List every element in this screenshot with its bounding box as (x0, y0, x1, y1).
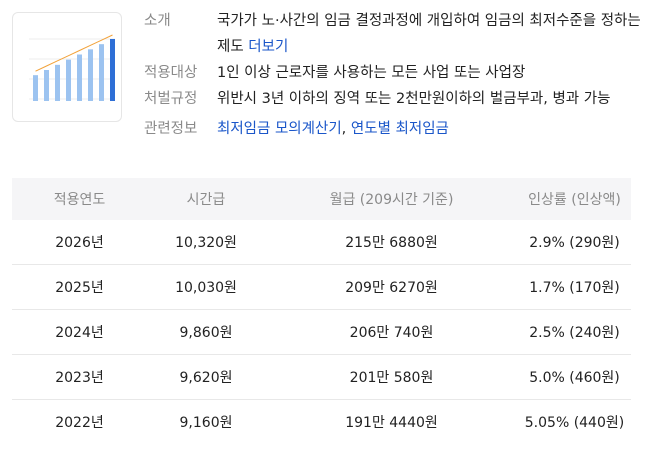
thumb-bar (66, 59, 71, 101)
info-panel: 소개 국가가 노·사간의 임금 결정과정에 개입하여 임금의 최저수준을 정하는… (144, 8, 644, 142)
thumb-bar (99, 44, 104, 101)
cell-hourly: 10,030원 (147, 264, 265, 310)
info-key-intro: 소개 (144, 13, 171, 29)
info-row-related: 관련정보 최저임금 모의계산기, 연도별 최저임금 (144, 116, 644, 142)
header-hourly: 시간급 (147, 178, 265, 220)
cell-year: 2024년 (12, 309, 147, 355)
info-row-target: 적용대상 1인 이상 근로자를 사용하는 모든 사업 또는 사업장 (144, 60, 644, 86)
cell-hourly: 9,160원 (179, 415, 233, 431)
table-row: 2025년 10,030원 209만 6270원 1.7% (170원) (12, 264, 631, 310)
minimum-wage-table: 적용연도 시간급 월급 (209시간 기준) 인상률 (인상액) 2026년 1… (12, 178, 631, 444)
table-row: 2022년 9,160원 191만 4440원 5.05% (440원) (12, 400, 631, 445)
table-row: 2023년 9,620원 201만 580원 5.0% (460원) (12, 354, 631, 400)
thumb-bar (110, 39, 115, 101)
cell-increase: 5.05% (440원) (524, 415, 625, 431)
cell-hourly: 9,620원 (147, 354, 265, 400)
cell-monthly: 201만 580원 (265, 354, 518, 400)
info-value-intro: 국가가 노·사간의 임금 결정과정에 개입하여 임금의 최저수준을 정하는 제도… (217, 8, 644, 60)
cell-increase: 2.5% (240원) (518, 309, 631, 355)
info-row-penalty: 처벌규정 위반시 3년 이하의 징역 또는 2천만원이하의 벌금부과, 병과 가… (144, 86, 644, 112)
more-link[interactable]: 더보기 (248, 39, 288, 55)
thumb-bar (33, 75, 38, 101)
link-separator: , (341, 121, 351, 137)
thumb-bar (88, 49, 93, 101)
info-value-related: 최저임금 모의계산기, 연도별 최저임금 (217, 116, 644, 142)
calculator-link[interactable]: 최저임금 모의계산기 (217, 121, 342, 137)
bar-chart-graphic (29, 34, 115, 101)
cell-increase: 5.0% (460원) (518, 354, 631, 400)
cell-monthly: 209만 6270원 (265, 264, 518, 310)
cell-monthly: 191만 4440원 (345, 415, 438, 431)
cell-increase: 2.9% (290원) (518, 220, 631, 265)
info-value-penalty: 위반시 3년 이하의 징역 또는 2천만원이하의 벌금부과, 병과 가능 (217, 91, 611, 107)
header-increase: 인상률 (인상액) (518, 178, 631, 220)
thumb-bar (44, 70, 49, 101)
cell-year: 2022년 (55, 415, 104, 431)
cell-monthly: 215만 6880원 (265, 220, 518, 265)
info-value-target: 1인 이상 근로자를 사용하는 모든 사업 또는 사업장 (217, 65, 526, 81)
table-header-row: 적용연도 시간급 월급 (209시간 기준) 인상률 (인상액) (12, 178, 631, 220)
header-monthly: 월급 (209시간 기준) (265, 178, 518, 220)
cell-hourly: 9,860원 (147, 309, 265, 355)
thumb-bar (55, 64, 60, 101)
header-year: 적용연도 (12, 178, 147, 220)
table-row: 2024년 9,860원 206만 740원 2.5% (240원) (12, 309, 631, 355)
cell-monthly: 206만 740원 (265, 309, 518, 355)
yearly-wage-link[interactable]: 연도별 최저임금 (351, 121, 449, 137)
chart-thumbnail[interactable] (12, 12, 122, 122)
cell-year: 2023년 (12, 354, 147, 400)
cell-hourly: 10,320원 (147, 220, 265, 265)
table-row: 2026년 10,320원 215만 6880원 2.9% (290원) (12, 220, 631, 265)
cell-increase: 1.7% (170원) (518, 264, 631, 310)
info-key-penalty: 처벌규정 (144, 91, 198, 107)
info-row-intro: 소개 국가가 노·사간의 임금 결정과정에 개입하여 임금의 최저수준을 정하는… (144, 8, 644, 60)
info-key-related: 관련정보 (144, 121, 198, 137)
thumb-bar (77, 54, 82, 101)
info-key-target: 적용대상 (144, 65, 198, 81)
cell-year: 2026년 (12, 220, 147, 265)
cell-year: 2025년 (12, 264, 147, 310)
